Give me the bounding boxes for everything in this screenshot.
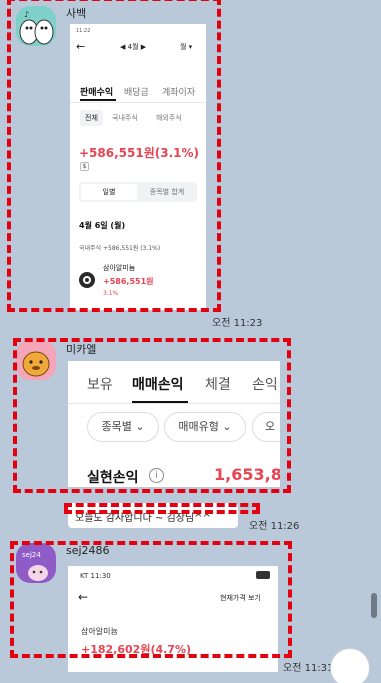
currency-badge[interactable]: $ [80,162,89,171]
penguin-avatar-icon: ♪ [19,10,54,45]
sender-name: 미카엘 [66,343,97,356]
avatar-mikael[interactable] [16,340,56,380]
filter-more[interactable]: 오 [252,412,280,442]
stock-logo-icon [79,272,95,288]
shared-screenshot-1[interactable]: 11:22 ← ◀ 4월 ▶ 월 ▾ 판매수익 배당금 계좌이자 전체 국내주식… [70,24,206,310]
character-avatar-icon [22,351,50,377]
toggle-by-stock[interactable]: 종목별 합계 [139,184,195,200]
tab-active-underline [80,99,116,101]
svg-text:♪: ♪ [24,10,29,19]
filter-trade-type[interactable]: 매매유형 ⌄ [164,412,246,442]
total-profit: +586,551원(3.1%) [79,146,200,160]
avatar-sabaek[interactable]: ♪ [16,6,56,46]
chevron-down-icon: ⌄ [135,420,145,433]
view-toggle[interactable]: 일별 종목별 합계 [79,182,197,202]
current-price-link[interactable]: 현재가격 보기 [220,593,261,603]
summary-line: 국내주식 +586,551원 (3.1%) [79,245,161,252]
toggle-daily[interactable]: 일별 [81,184,137,200]
status-bar: 11:22 [76,28,91,34]
realized-profit-value: 1,653,8 [214,465,280,484]
status-bar: KT 11:30 [80,572,111,580]
stock-name[interactable]: 삼아알미늄 [103,263,135,273]
message-time: 오전 11:26 [249,521,300,532]
battery-icon [256,571,270,579]
month-selector[interactable]: ◀ 4월 ▶ [120,42,146,52]
back-arrow-icon[interactable]: ← [76,40,85,53]
chevron-down-icon: ⌄ [222,420,232,433]
scroll-to-bottom-button[interactable] [330,648,370,683]
tab-profit-loss[interactable]: 손익 [252,374,278,394]
subtab-all[interactable]: 전체 [80,110,103,126]
realized-profit-label: 실현손익 [87,470,139,486]
sender-name: sej2486 [66,544,110,557]
tab-trade-profit[interactable]: 매매손익 [132,374,184,394]
month-label: 4월 [127,43,139,51]
tab-account-interest[interactable]: 계좌이자 [162,85,195,98]
subtab-domestic[interactable]: 국내주식 [112,113,138,123]
stock-percent: 3.1% [103,290,119,297]
filter-by-stock[interactable]: 종목별 ⌄ [87,412,159,442]
message-text: 오늘도 감사합니다 ~ 김장님^^ [75,513,211,524]
sender-name: 사백 [66,7,87,20]
date-header: 4월 6일 (월) [79,221,126,230]
filter-label: 종목별 [101,420,132,433]
info-icon[interactable]: i [149,468,164,483]
period-selector[interactable]: 월 ▾ [180,42,192,52]
shared-screenshot-2[interactable]: 보유 매매손익 체결 손익 종목별 ⌄ 매매유형 ⌄ 오 실현손익 i 1,65… [68,361,280,487]
text-bubble[interactable]: 오늘도 감사합니다 ~ 김장님^^ [68,503,238,528]
period-label: 월 [180,43,187,51]
subtab-overseas[interactable]: 해외주식 [156,113,182,123]
scrollbar-thumb[interactable] [371,593,377,618]
message-time: 오전 11:23 [212,318,263,329]
tab-executed[interactable]: 체결 [205,374,231,394]
tab-divider [70,102,206,103]
tab-sales-profit[interactable]: 판매수익 [80,85,113,98]
stock-amount: +182,602원(4.7%) [81,643,192,656]
tab-holdings[interactable]: 보유 [87,374,113,394]
message-time: 오전 11:31 [283,663,334,674]
stock-name[interactable]: 삼아알미늄 [81,626,118,637]
back-arrow-icon[interactable]: ← [78,590,88,604]
filter-label: 매매유형 [178,420,219,433]
shared-screenshot-3[interactable]: KT 11:30 ← 현재가격 보기 삼아알미늄 +182,602원(4.7%) [68,566,278,672]
tab-divider [68,403,280,404]
character-avatar-icon [28,565,48,581]
avatar-sej2486[interactable]: sej24 [16,543,56,583]
stock-amount: +586,551원 [103,277,154,286]
tab-dividend[interactable]: 배당금 [124,85,149,98]
